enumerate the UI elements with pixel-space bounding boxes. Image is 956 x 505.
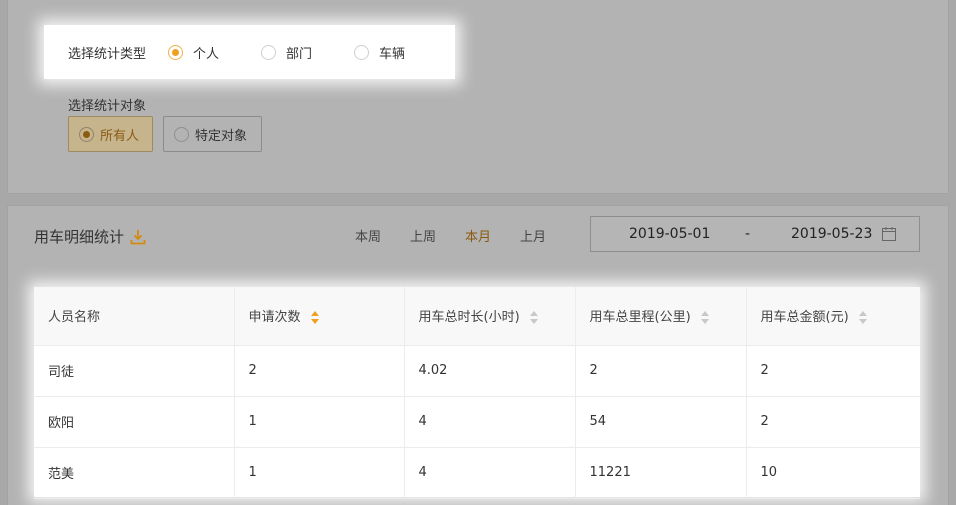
period-tab-this-week[interactable]: 本周 [355,226,381,245]
calendar-icon[interactable] [881,226,897,242]
column-header-label: 用车总时长(小时) [418,310,520,326]
stat-type-label: 选择统计类型 [68,46,147,62]
sort-icon[interactable] [529,311,538,325]
period-tab-this-month[interactable]: 本月 [465,226,491,245]
column-header-label: 人员名称 [48,310,101,326]
date-start[interactable]: 2019-05-01 [629,226,710,242]
table-cell: 10 [746,447,920,499]
table-cell: 4.02 [404,345,576,397]
date-separator: - [745,226,751,242]
section-title-text: 用车明细统计 [34,228,125,246]
column-header-label: 用车总里程(公里) [589,310,691,326]
table-cell: 2 [234,345,405,397]
date-end[interactable]: 2019-05-23 [791,226,872,242]
table-row: 欧阳 1 4 54 2 [34,396,920,448]
period-tabs: 本周 上周 本月 上月 [355,226,575,245]
column-header-label: 申请次数 [248,310,301,326]
table-cell: 4 [404,396,576,448]
stat-type-option-label: 部门 [286,46,313,62]
statistics-table: 人员名称 申请次数 用车总时长(小时) 用车总里程(公里) 用车总金额(元) 司… [34,287,920,499]
stat-type-group: 选择统计类型 个人 部门 车辆 [44,25,455,79]
column-header-label: 用车总金额(元) [760,310,849,326]
period-tab-last-month[interactable]: 上月 [520,226,546,245]
sort-icon[interactable] [310,311,319,325]
stat-type-option-vehicle[interactable]: 车辆 [354,43,405,62]
stat-type-option-label: 车辆 [379,46,406,62]
column-header-duration[interactable]: 用车总时长(小时) [404,287,576,346]
table-cell: 2 [746,345,920,397]
stat-target-option-label: 特定对象 [195,128,248,144]
sort-icon[interactable] [700,311,709,325]
stat-target-label: 选择统计对象 [68,99,147,114]
radio-icon[interactable] [261,44,277,60]
table-cell: 1 [234,396,405,448]
date-range-picker[interactable]: 2019-05-01 - 2019-05-23 [590,216,920,252]
radio-icon[interactable] [79,126,94,142]
period-tab-last-week[interactable]: 上周 [410,226,436,245]
stat-type-option-label: 个人 [193,46,220,62]
radio-icon[interactable] [168,44,184,60]
sort-icon[interactable] [858,311,867,325]
column-header-amount[interactable]: 用车总金额(元) [746,287,920,346]
column-header-name: 人员名称 [34,287,235,346]
table-cell: 1 [234,447,405,499]
table-cell: 司徒 [34,345,235,397]
section-title: 用车明细统计 [34,226,146,247]
stat-type-option-department[interactable]: 部门 [261,43,312,62]
table-row: 范美 1 4 11221 10 [34,447,920,499]
table-cell: 54 [575,396,747,448]
stat-type-option-personal[interactable]: 个人 [168,43,219,62]
table-row: 司徒 2 4.02 2 2 [34,345,920,397]
column-header-requests[interactable]: 申请次数 [234,287,405,346]
stat-target-option-all[interactable]: 所有人 [68,116,153,152]
table-cell: 2 [575,345,747,397]
table-cell: 范美 [34,447,235,499]
table-cell: 11221 [575,447,747,499]
stat-target-option-specific[interactable]: 特定对象 [163,116,262,152]
radio-icon[interactable] [174,126,189,142]
table-cell: 4 [404,447,576,499]
column-header-mileage[interactable]: 用车总里程(公里) [575,287,747,346]
download-icon[interactable] [130,229,146,245]
table-cell: 欧阳 [34,396,235,448]
radio-icon[interactable] [354,44,370,60]
table-header-row: 人员名称 申请次数 用车总时长(小时) 用车总里程(公里) 用车总金额(元) [34,287,920,346]
stat-target-option-label: 所有人 [100,128,140,144]
table-cell: 2 [746,396,920,448]
